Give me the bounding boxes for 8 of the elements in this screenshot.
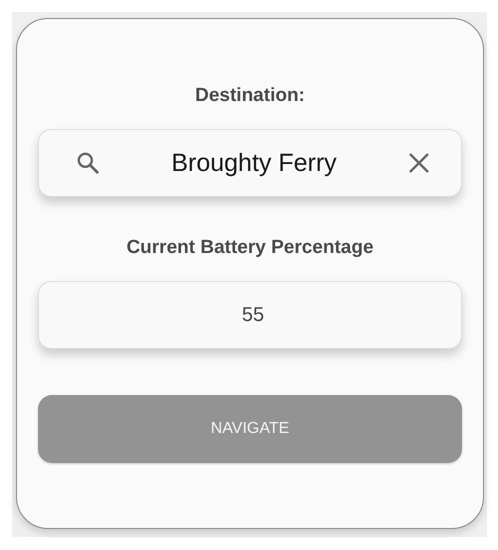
search-icon xyxy=(75,150,101,176)
battery-label: Current Battery Percentage xyxy=(126,237,374,259)
close-button[interactable] xyxy=(407,151,431,175)
search-field[interactable]: Broughty Ferry xyxy=(38,129,462,197)
destination-label: Destination: xyxy=(195,85,305,107)
battery-input[interactable]: 55 xyxy=(75,304,431,326)
search-input[interactable]: Broughty Ferry xyxy=(101,148,407,178)
battery-field[interactable]: 55 xyxy=(38,281,462,349)
